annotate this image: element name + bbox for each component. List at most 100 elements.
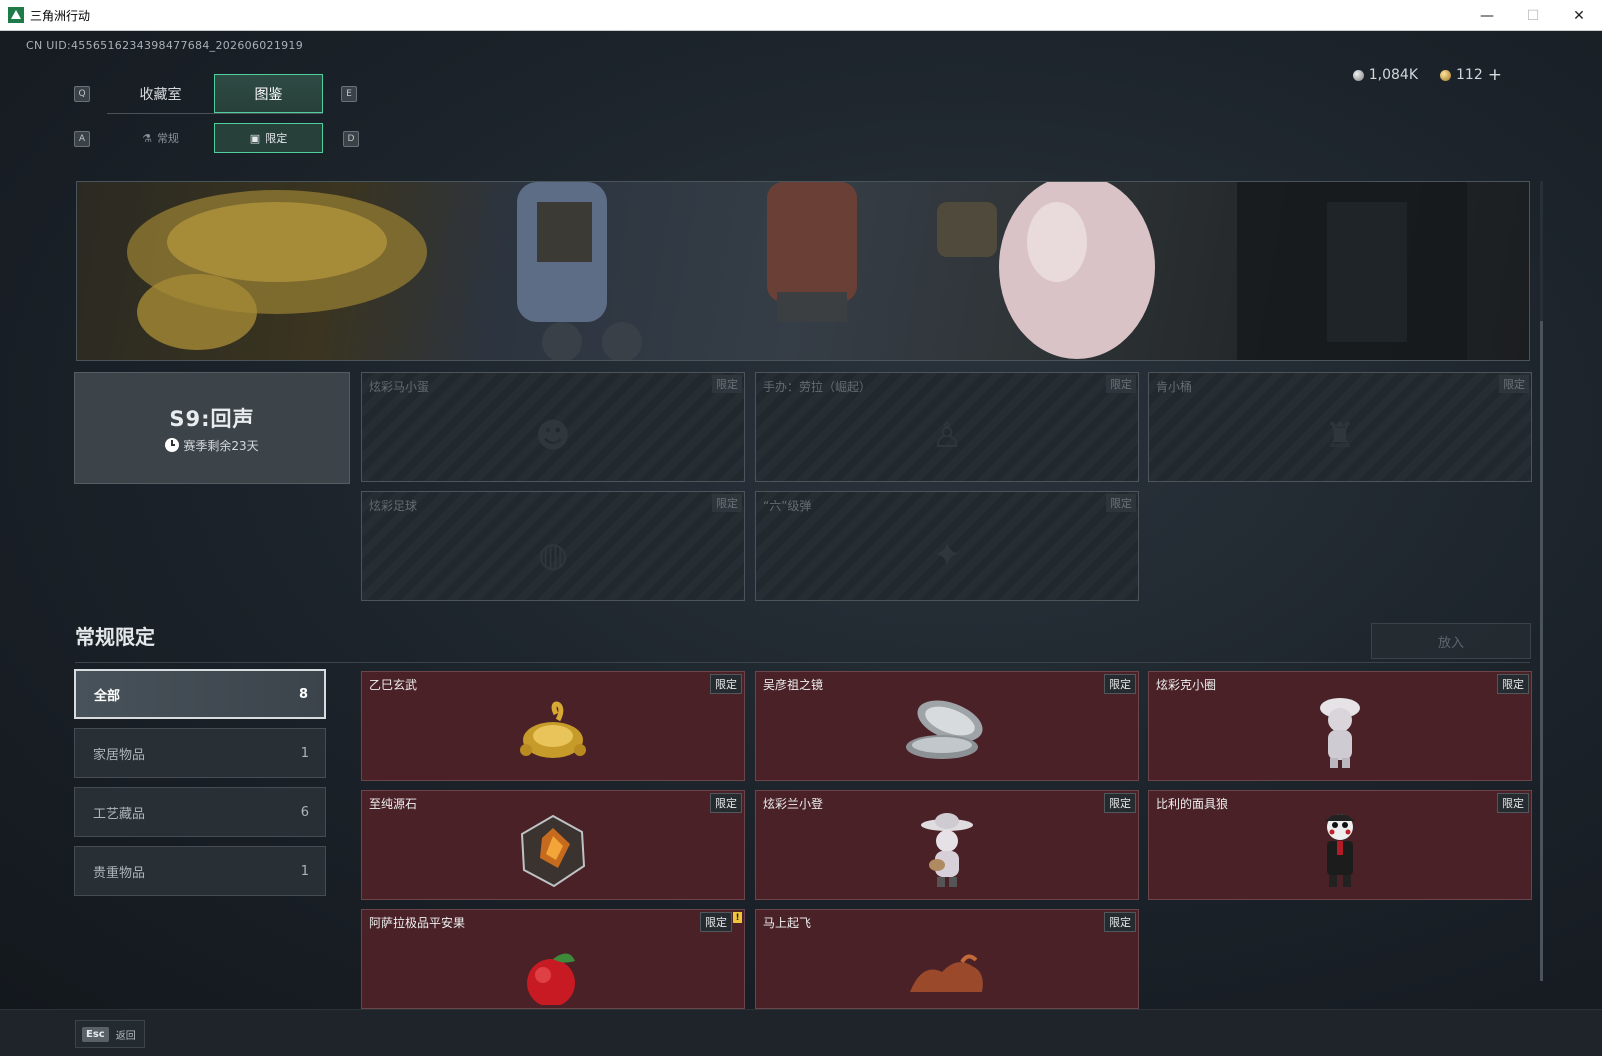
player-uid: CN UID:4556516234398477684_202606021919 xyxy=(26,39,304,52)
flask-icon: ⚗ xyxy=(142,131,152,145)
item-name: 肯小桶 xyxy=(1156,380,1193,394)
app-logo-icon xyxy=(8,7,24,23)
tab-regular-label: 常规 xyxy=(156,132,179,145)
sombrero-figurine-icon xyxy=(921,813,973,888)
tab-codex[interactable]: 图鉴 xyxy=(214,74,323,113)
banner-art xyxy=(127,182,1467,360)
key-hint-d: D xyxy=(343,131,359,147)
tab-limited[interactable]: ▣ 限定 xyxy=(214,123,323,153)
key-hint-e: E xyxy=(341,86,357,102)
season-card: S9:回声 赛季剩余23天 xyxy=(74,372,350,484)
put-in-button[interactable]: 放入 xyxy=(1371,623,1531,659)
item-name: 乙巳玄武 xyxy=(369,678,418,692)
sub-tabs: ⚗ 常规 ▣ 限定 xyxy=(107,123,323,153)
filter-count: 1 xyxy=(300,745,309,761)
new-alert-icon: ! xyxy=(733,912,742,923)
window-controls: — ☐ ✕ xyxy=(1464,0,1602,31)
filter-count: 8 xyxy=(298,686,308,702)
item-name: 马上起飞 xyxy=(763,916,812,930)
item-name: 吴彦祖之镜 xyxy=(763,678,824,692)
scrollbar-thumb[interactable] xyxy=(1540,321,1543,981)
maximize-button[interactable]: ☐ xyxy=(1510,0,1556,31)
silver-amount: 1,084K xyxy=(1368,67,1419,83)
horse-figurine-icon xyxy=(910,954,983,992)
item-card[interactable]: 炫彩兰小登 限定 xyxy=(755,790,1139,900)
main-tabs: 收藏室 图鉴 xyxy=(107,74,323,114)
item-name: 比利的面具狼 xyxy=(1156,797,1229,811)
item-name: 阿萨拉极品平安果 xyxy=(369,916,466,930)
gold-amount: 112 xyxy=(1456,67,1483,83)
section-divider xyxy=(75,662,1530,663)
filter-label: 工艺藏品 xyxy=(93,806,146,822)
compact-mirror-icon xyxy=(906,700,983,760)
gold-coin-icon xyxy=(1440,69,1452,81)
locked-silhouette-icon: ◍ xyxy=(538,534,568,575)
item-card[interactable]: 比利的面具狼 限定 xyxy=(1148,790,1532,900)
limited-badge: 限定 xyxy=(700,912,732,932)
locked-item-card[interactable]: 手办：劳拉（崛起） 限定 ♙ xyxy=(755,372,1139,482)
bottom-bar: Esc 返回 xyxy=(0,1009,1602,1056)
filter-label: 全部 xyxy=(94,688,121,704)
item-card[interactable]: 至纯源石 限定 xyxy=(361,790,745,900)
filter-label: 家居物品 xyxy=(93,747,146,763)
item-card[interactable]: 炫彩克小圈 限定 xyxy=(1148,671,1532,781)
tab-collection-room[interactable]: 收藏室 xyxy=(107,74,214,113)
golden-tortoise-icon xyxy=(520,702,586,759)
locked-item-card[interactable]: 炫彩足球 限定 ◍ xyxy=(361,491,745,601)
image-icon: ▣ xyxy=(249,131,261,145)
item-name: 至纯源石 xyxy=(369,797,418,811)
item-name: “六”级弹 xyxy=(763,499,812,513)
figurine-icon xyxy=(1320,698,1360,769)
clock-icon xyxy=(165,438,180,452)
item-card[interactable]: 吴彦祖之镜 限定 xyxy=(755,671,1139,781)
locked-silhouette-icon: ☻ xyxy=(535,415,571,456)
puppet-doll-icon xyxy=(1325,814,1355,888)
season-banner-image xyxy=(76,181,1530,361)
locked-item-card[interactable]: “六”级弹 限定 ✦ xyxy=(755,491,1139,601)
tab-regular[interactable]: ⚗ 常规 xyxy=(107,123,214,153)
item-name: 炫彩马小蛋 xyxy=(369,380,430,394)
locked-silhouette-icon: ✦ xyxy=(932,534,962,575)
apple-icon xyxy=(527,953,575,1005)
locked-silhouette-icon: ♜ xyxy=(1324,415,1356,456)
crystal-icon xyxy=(520,815,586,888)
locked-item-card[interactable]: 肯小桶 限定 ♜ xyxy=(1148,372,1532,482)
game-stage: CN UID:4556516234398477684_202606021919 … xyxy=(0,31,1602,1009)
limited-badge: 限定 xyxy=(1104,793,1136,813)
limited-badge: 限定 xyxy=(1106,494,1136,512)
filter-all[interactable]: 全部 8 xyxy=(74,669,326,719)
item-name: 炫彩克小圈 xyxy=(1156,678,1217,692)
item-card[interactable]: 马上起飞 限定 xyxy=(755,909,1139,1009)
filter-craft-collectibles[interactable]: 工艺藏品 6 xyxy=(74,787,326,837)
add-currency-button[interactable]: + xyxy=(1488,65,1502,85)
filter-count: 1 xyxy=(300,863,309,879)
item-card[interactable]: 乙巳玄武 限定 xyxy=(361,671,745,781)
season-remaining-text: 赛季剩余23天 xyxy=(183,438,259,453)
filter-count: 6 xyxy=(300,804,309,820)
back-button[interactable]: Esc 返回 xyxy=(75,1020,145,1048)
limited-badge: 限定 xyxy=(710,674,742,694)
close-button[interactable]: ✕ xyxy=(1556,0,1602,31)
limited-badge: 限定 xyxy=(1106,375,1136,393)
item-card[interactable]: 阿萨拉极品平安果 限定 ! xyxy=(361,909,745,1009)
item-name: 炫彩足球 xyxy=(369,499,418,513)
locked-item-card[interactable]: 炫彩马小蛋 限定 ☻ xyxy=(361,372,745,482)
filter-label: 贵重物品 xyxy=(93,865,146,881)
currency-bar: 1,084K 112 + xyxy=(1352,65,1502,85)
limited-badge: 限定 xyxy=(1104,674,1136,694)
gold-currency: 112 + xyxy=(1440,65,1502,85)
season-remaining: 赛季剩余23天 xyxy=(165,437,259,454)
limited-badge: 限定 xyxy=(1499,375,1529,393)
section-title: 常规限定 xyxy=(75,625,155,649)
locked-silhouette-icon: ♙ xyxy=(931,415,963,456)
key-hint-q: Q xyxy=(74,86,90,102)
window-title: 三角洲行动 xyxy=(30,8,91,23)
back-label: 返回 xyxy=(115,1030,136,1042)
window-titlebar: 三角洲行动 — ☐ ✕ xyxy=(0,0,1602,31)
limited-badge: 限定 xyxy=(712,494,742,512)
key-hint-a: A xyxy=(74,131,90,147)
minimize-button[interactable]: — xyxy=(1464,0,1510,31)
filter-valuables[interactable]: 贵重物品 1 xyxy=(74,846,326,896)
item-name: 手办：劳拉（崛起） xyxy=(763,380,872,394)
filter-home-items[interactable]: 家居物品 1 xyxy=(74,728,326,778)
